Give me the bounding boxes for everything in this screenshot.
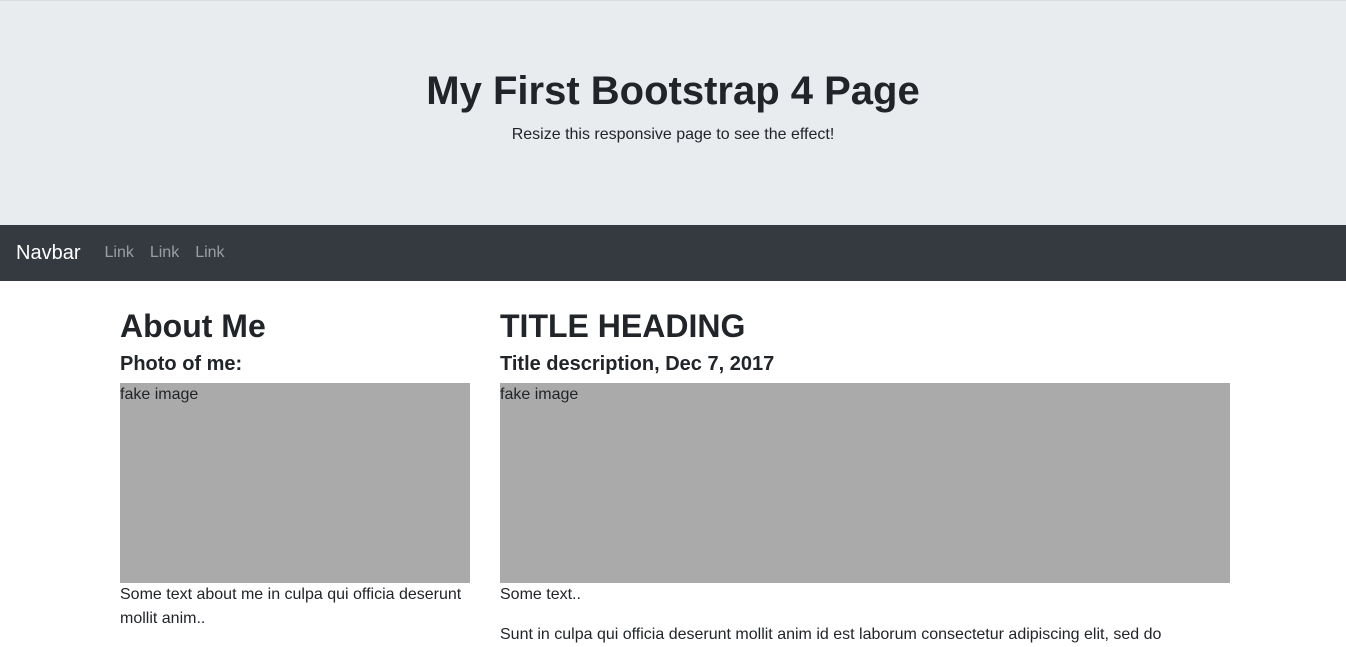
navbar-brand[interactable]: Navbar <box>16 238 80 268</box>
nav-link-2[interactable]: Link <box>150 241 179 265</box>
nav-link-3[interactable]: Link <box>195 241 224 265</box>
about-text: Some text about me in culpa qui officia … <box>120 586 462 627</box>
about-heading: About Me <box>120 308 266 344</box>
about-fake-image-text: fake image <box>120 386 199 403</box>
post-body: Sunt in culpa qui officia deserunt molli… <box>500 626 1162 643</box>
nav-link-1[interactable]: Link <box>104 241 133 265</box>
about-fake-image: fake image <box>120 383 470 583</box>
photo-label: Photo of me: <box>120 353 243 375</box>
post-fake-image-text: fake image <box>500 386 579 403</box>
post-heading: TITLE HEADING <box>500 308 746 344</box>
navbar: Navbar Link Link Link <box>0 225 1346 281</box>
post-description: Title description, Dec 7, 2017 <box>500 353 775 375</box>
jumbotron: My First Bootstrap 4 Page Resize this re… <box>0 0 1346 225</box>
post-text: Some text.. <box>500 586 581 603</box>
page-title: My First Bootstrap 4 Page <box>426 69 920 113</box>
post-fake-image: fake image <box>500 383 1230 583</box>
about-column: About Me Photo of me: fake image Some te… <box>120 306 470 631</box>
page-subtitle: Resize this responsive page to see the e… <box>511 126 835 143</box>
post-column: TITLE HEADING Title description, Dec 7, … <box>500 306 1230 647</box>
